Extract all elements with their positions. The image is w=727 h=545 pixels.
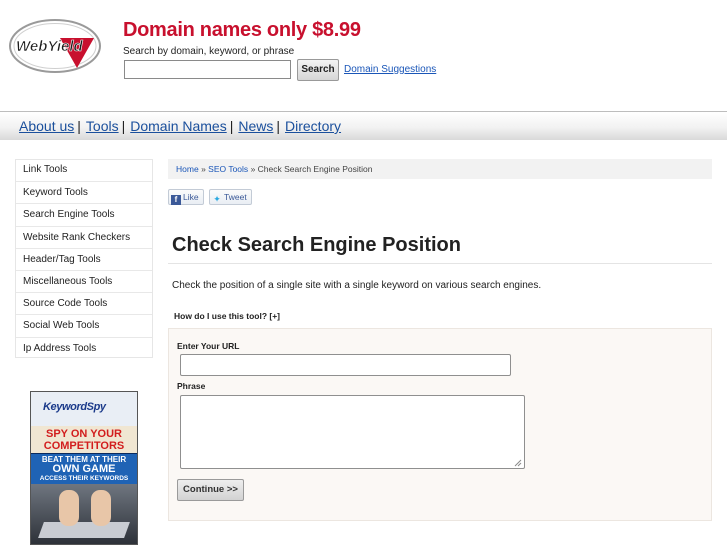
nav-about-us[interactable]: About us	[19, 118, 74, 134]
phrase-textarea[interactable]	[180, 395, 525, 469]
sidebar-item-link-tools[interactable]: Link Tools	[15, 159, 153, 181]
search-hint: Search by domain, keyword, or phrase	[123, 46, 295, 57]
ad-sub-line-2: OWN GAME	[52, 463, 116, 475]
continue-button[interactable]: Continue >>	[177, 479, 244, 501]
webyield-logo[interactable]: WebYield	[8, 18, 102, 74]
keyboard-image	[38, 522, 130, 538]
sidebar-item-miscellaneous-tools[interactable]: Miscellaneous Tools	[15, 269, 153, 292]
breadcrumb: Home » SEO Tools » Check Search Engine P…	[168, 159, 712, 179]
facebook-icon: f	[171, 195, 181, 205]
ad-sub-line-3: ACCESS THEIR KEYWORDS	[39, 475, 129, 482]
domain-search-input[interactable]	[124, 60, 291, 79]
twitter-bird-icon: ✦	[213, 194, 221, 204]
nav-separator: |	[121, 118, 126, 134]
url-field-label: Enter Your URL	[177, 341, 240, 351]
sidebar-item-website-rank-checkers[interactable]: Website Rank Checkers	[15, 225, 153, 248]
like-label: Like	[183, 192, 199, 202]
ad-headline-line-2: COMPETITORS	[43, 440, 125, 452]
ad-logo-area: KeywordSpy	[31, 392, 137, 426]
tweet-label: Tweet	[224, 192, 247, 202]
nav-directory[interactable]: Directory	[285, 118, 341, 134]
sidebar-item-source-code-tools[interactable]: Source Code Tools	[15, 292, 153, 314]
nav-separator: |	[77, 118, 81, 134]
keywordspy-ad-banner[interactable]: KeywordSpy SPY ON YOUR COMPETITORS BEAT …	[30, 391, 138, 545]
title-divider	[168, 263, 712, 264]
sidebar-item-header-tag-tools[interactable]: Header/Tag Tools	[15, 247, 153, 270]
sidebar-item-search-engine-tools[interactable]: Search Engine Tools	[15, 203, 153, 225]
sidebar-item-social-web-tools[interactable]: Social Web Tools	[15, 314, 153, 336]
phrase-field-label: Phrase	[177, 381, 206, 391]
domain-suggestions-link[interactable]: Domain Suggestions	[344, 64, 436, 75]
tools-sidebar: Link Tools Keyword Tools Search Engine T…	[15, 159, 153, 359]
ad-logo: KeywordSpy	[43, 401, 106, 413]
sidebar-item-ip-address-tools[interactable]: Ip Address Tools	[15, 336, 153, 359]
main-nav: About us | Tools | Domain Names | News | Directo…	[0, 111, 727, 140]
url-input[interactable]	[180, 354, 511, 376]
tool-description: Check the position of a single site with…	[172, 280, 542, 291]
nav-domain-names[interactable]: Domain Names	[130, 118, 226, 134]
nav-news[interactable]: News	[238, 118, 273, 134]
breadcrumb-current: Check Search Engine Position	[257, 164, 373, 174]
nav-separator: |	[229, 118, 234, 134]
how-to-use-toggle[interactable]: How do I use this tool? [+]	[174, 311, 280, 321]
breadcrumb-home[interactable]: Home	[176, 164, 199, 174]
ad-headline-line-1: SPY ON YOUR	[45, 428, 122, 440]
ad-keyboard-photo	[31, 484, 137, 544]
breadcrumb-separator: »	[201, 164, 206, 174]
ad-subheadline: BEAT THEM AT THEIR OWN GAME ACCESS THEIR…	[31, 454, 137, 484]
nav-tools[interactable]: Tools	[86, 118, 119, 134]
tweet-button[interactable]: ✦ Tweet	[209, 189, 252, 205]
breadcrumb-separator: »	[250, 164, 256, 174]
hand-image	[91, 490, 111, 526]
search-button[interactable]: Search	[297, 59, 339, 81]
promo-title: Domain names only $8.99	[123, 19, 361, 41]
hand-image	[59, 490, 79, 526]
facebook-like-button[interactable]: f Like	[168, 189, 204, 205]
sidebar-item-keyword-tools[interactable]: Keyword Tools	[15, 181, 153, 203]
nav-separator: |	[276, 118, 281, 134]
page-title: Check Search Engine Position	[172, 234, 461, 256]
ad-headline: SPY ON YOUR COMPETITORS	[31, 426, 137, 453]
resize-grip-icon[interactable]	[514, 459, 522, 467]
breadcrumb-seo-tools[interactable]: SEO Tools	[208, 164, 248, 174]
logo-wordmark: WebYield	[16, 38, 84, 55]
